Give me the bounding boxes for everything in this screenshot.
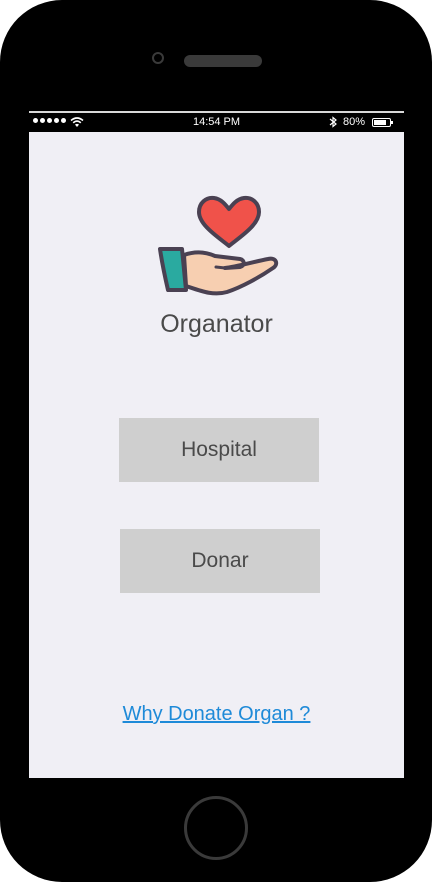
front-camera (152, 52, 164, 64)
battery-fill (374, 120, 386, 125)
status-bar: 14:54 PM 80% (29, 111, 404, 132)
donar-button[interactable]: Donar (120, 529, 320, 593)
home-button[interactable] (184, 796, 248, 860)
battery-percent: 80% (343, 116, 366, 128)
why-donate-organ-link[interactable]: Why Donate Organ ? (29, 703, 404, 726)
app-screen: 14:54 PM 80% Organator Hospital Donar Wh… (29, 111, 404, 778)
donar-button-label: Donar (191, 549, 249, 572)
hospital-button[interactable]: Hospital (119, 418, 319, 482)
earpiece-speaker (184, 55, 262, 67)
bluetooth-icon (329, 116, 337, 128)
heart-in-hand-icon (158, 195, 279, 296)
hospital-button-label: Hospital (181, 438, 257, 461)
app-title: Organator (160, 310, 273, 338)
battery-icon (372, 118, 393, 127)
phone-frame: 14:54 PM 80% Organator Hospital Donar Wh… (0, 0, 432, 882)
